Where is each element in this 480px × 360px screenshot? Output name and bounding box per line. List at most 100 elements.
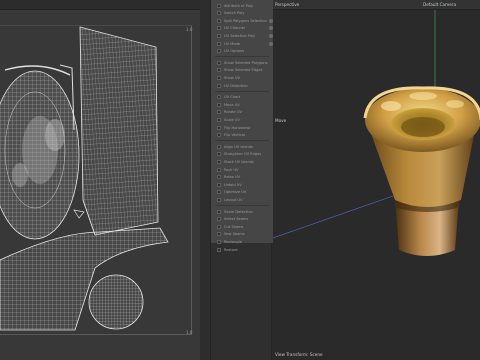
command-checkbox[interactable]: [217, 159, 221, 164]
uv-command-row[interactable]: Optimize UV: [211, 189, 273, 196]
list-separator: [215, 56, 269, 58]
command-label: UV Chart: [224, 95, 241, 100]
command-label: Attribute of Poly: [224, 3, 253, 8]
command-checkbox[interactable]: [217, 26, 221, 31]
command-checkbox[interactable]: [217, 167, 221, 172]
uv-command-row[interactable]: Rectangle: [211, 238, 273, 245]
uv-command-row[interactable]: Pack UV: [211, 166, 273, 173]
command-checkbox[interactable]: [217, 110, 221, 115]
command-checkbox[interactable]: [217, 224, 221, 229]
perspective-viewport[interactable]: Perspective Default Camera Move View Tra…: [273, 0, 480, 360]
command-label: UV Distortion: [224, 83, 248, 88]
command-checkbox[interactable]: [217, 75, 221, 80]
cup-model[interactable]: [363, 86, 480, 256]
command-label: Show Selected Edges: [224, 68, 263, 73]
uv-command-row[interactable]: Select Seams: [211, 216, 273, 223]
command-label: Stack UV Islands: [224, 159, 254, 164]
command-checkbox[interactable]: [217, 175, 221, 180]
panel-splitter[interactable]: [200, 0, 210, 360]
command-label: Layout UV: [224, 197, 243, 202]
command-checkbox[interactable]: [217, 11, 221, 16]
uv-island-circle[interactable]: [88, 274, 144, 330]
command-checkbox[interactable]: [217, 49, 221, 54]
command-label: UV Selection Poly: [224, 33, 256, 38]
command-checkbox[interactable]: [217, 152, 221, 157]
uv-command-row[interactable]: UV Chart: [211, 94, 273, 101]
uv-command-row[interactable]: Rotate UV: [211, 109, 273, 116]
uv-command-row[interactable]: UV Selection Poly: [211, 32, 273, 39]
uv-command-row[interactable]: Show Selected Edges: [211, 67, 273, 74]
command-checkbox[interactable]: [217, 247, 221, 252]
command-checkbox[interactable]: [217, 239, 221, 244]
uv-command-row[interactable]: Stack UV Islands: [211, 158, 273, 165]
uv-command-row[interactable]: Attribute of Poly: [211, 2, 273, 9]
command-checkbox[interactable]: [217, 102, 221, 107]
uv-island-band[interactable]: [0, 227, 169, 331]
uv-command-row[interactable]: UV Mode: [211, 40, 273, 47]
command-label: UV Options: [224, 49, 245, 54]
viewport-canvas[interactable]: [273, 0, 480, 360]
uv-command-row[interactable]: Sew Seams: [211, 231, 273, 238]
uv-command-row[interactable]: Show Selected Polygons: [211, 59, 273, 66]
uv-command-row[interactable]: UV Distortion: [211, 82, 273, 89]
command-checkbox[interactable]: [217, 83, 221, 88]
uv-command-row[interactable]: Flip Horizontal: [211, 124, 273, 131]
uv-command-row[interactable]: UV Options: [211, 48, 273, 55]
command-label: Straighten UV Edges: [224, 152, 262, 157]
command-label: Flip Vertical: [224, 133, 245, 138]
uv-editor-panel[interactable]: 1.0 1.0: [0, 0, 200, 360]
x-axis-line: [273, 195, 394, 239]
command-label: Select Seams: [224, 217, 249, 222]
command-checkbox[interactable]: [217, 182, 221, 187]
command-label: Show UV: [224, 75, 240, 80]
command-label: Cut Seams: [224, 224, 244, 229]
command-checkbox[interactable]: [217, 95, 221, 100]
uv-command-row[interactable]: Restore: [211, 246, 273, 253]
command-checkbox[interactable]: [217, 197, 221, 202]
command-label: Seam Detection: [224, 209, 253, 214]
uv-command-row[interactable]: Cut Seams: [211, 223, 273, 230]
command-label: Optimize UV: [224, 190, 247, 195]
command-checkbox[interactable]: [217, 3, 221, 8]
command-checkbox[interactable]: [217, 209, 221, 214]
uv-command-row[interactable]: Switch Poly: [211, 10, 273, 17]
command-checkbox[interactable]: [217, 125, 221, 130]
uv-island-wedge[interactable]: [73, 209, 85, 219]
uv-command-row[interactable]: Unfold UV: [211, 181, 273, 188]
command-checkbox[interactable]: [217, 232, 221, 237]
uv-command-row[interactable]: Layout UV: [211, 196, 273, 203]
uv-command-row[interactable]: Straighten UV Edges: [211, 151, 273, 158]
command-label: Restore: [224, 247, 238, 252]
uv-command-row[interactable]: Flip Vertical: [211, 132, 273, 139]
command-checkbox[interactable]: [217, 60, 221, 65]
command-label: Flip Horizontal: [224, 125, 250, 130]
uv-island-strip[interactable]: [79, 26, 159, 236]
command-checkbox[interactable]: [217, 18, 221, 23]
command-checkbox[interactable]: [217, 217, 221, 222]
uv-command-row[interactable]: Move UV: [211, 101, 273, 108]
uv-mesh-canvas[interactable]: [0, 0, 200, 360]
uv-command-row[interactable]: Split Polygons Selection: [211, 17, 273, 24]
command-label: Move UV: [224, 102, 240, 107]
command-checkbox[interactable]: [217, 68, 221, 73]
command-label: Align UV Islands: [224, 144, 253, 149]
uv-command-row[interactable]: Relax UV: [211, 174, 273, 181]
uv-command-row[interactable]: Align UV Islands: [211, 143, 273, 150]
command-checkbox[interactable]: [217, 190, 221, 195]
uv-commands-panel: Attribute of Poly Switch Poly Split Polygo…: [210, 0, 273, 360]
list-separator: [215, 205, 269, 206]
command-label: Rectangle: [224, 239, 242, 244]
command-checkbox[interactable]: [217, 133, 221, 138]
command-checkbox[interactable]: [217, 33, 221, 38]
command-label: Relax UV: [224, 175, 241, 180]
command-checkbox[interactable]: [217, 117, 221, 122]
command-checkbox[interactable]: [217, 41, 221, 46]
uv-commands-list: Attribute of Poly Switch Poly Split Polygo…: [211, 0, 273, 252]
uv-command-row[interactable]: Scale UV: [211, 116, 273, 123]
uv-command-row[interactable]: Seam Detection: [211, 208, 273, 215]
uv-command-row[interactable]: Show UV: [211, 74, 273, 81]
command-checkbox[interactable]: [217, 144, 221, 149]
uv-command-row[interactable]: UV Channel: [211, 25, 273, 32]
command-label: UV Mode: [224, 41, 241, 46]
uv-island-round[interactable]: [0, 70, 80, 240]
